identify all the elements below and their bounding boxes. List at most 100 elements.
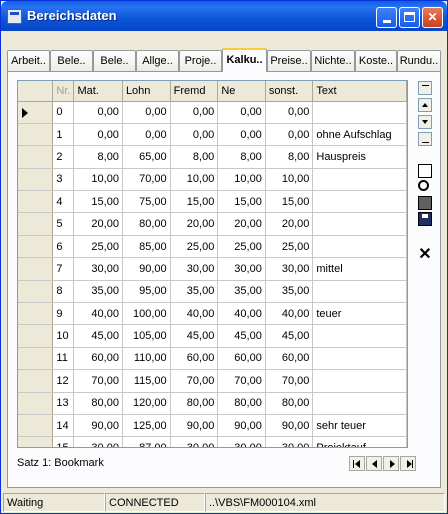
table-row[interactable]: 7 30,00 90,00 30,00 30,00 30,00 mittel (18, 257, 407, 281)
save-icon[interactable] (418, 212, 432, 226)
cell-ne[interactable]: 8,00 (217, 145, 266, 169)
table-row[interactable]: 9 40,00 100,00 40,00 40,00 40,00 teuer (18, 302, 407, 326)
maximize-button[interactable] (399, 7, 420, 28)
row-selector[interactable] (18, 392, 54, 415)
cell-lohn[interactable]: 100,00 (122, 302, 171, 326)
row-selector[interactable] (18, 436, 54, 447)
cell-nr[interactable]: 5 (52, 212, 75, 236)
cell-lohn[interactable]: 115,00 (122, 369, 171, 393)
table-row[interactable]: 12 70,00 115,00 70,00 70,00 70,00 (18, 369, 407, 393)
row-selector[interactable] (18, 123, 54, 147)
cell-nr[interactable]: 2 (52, 145, 75, 169)
cell-fremd[interactable]: 90,00 (170, 414, 219, 438)
nav-next-button[interactable] (383, 456, 399, 471)
cell-text[interactable] (312, 168, 407, 192)
tab-nichte[interactable]: Nichte.. (311, 50, 355, 71)
cell-sonst[interactable]: 10,00 (265, 168, 314, 192)
cell-mat[interactable]: 45,00 (73, 324, 123, 348)
cell-ne[interactable]: 0,00 (217, 123, 266, 147)
cell-sonst[interactable]: 80,00 (265, 392, 314, 415)
cell-lohn[interactable]: 0,00 (122, 123, 171, 147)
cell-sonst[interactable]: 25,00 (265, 235, 314, 259)
cell-nr[interactable]: 3 (52, 168, 75, 192)
cell-fremd[interactable]: 30,00 (170, 436, 219, 447)
table-row[interactable]: 2 8,00 65,00 8,00 8,00 8,00 Hauspreis (18, 145, 407, 169)
search-icon[interactable] (418, 180, 429, 191)
cell-mat[interactable]: 30,00 (73, 436, 123, 447)
cell-nr[interactable]: 14 (52, 414, 75, 438)
cell-ne[interactable]: 80,00 (217, 392, 266, 415)
cell-text[interactable]: sehr teuer (312, 414, 407, 438)
row-selector[interactable] (18, 414, 54, 438)
cell-mat[interactable]: 90,00 (73, 414, 123, 438)
table-row[interactable]: 0 0,00 0,00 0,00 0,00 0,00 (18, 101, 407, 124)
first-record-button[interactable] (418, 81, 432, 95)
cell-text[interactable] (312, 324, 407, 348)
cell-sonst[interactable]: 40,00 (265, 302, 314, 326)
cell-lohn[interactable]: 65,00 (122, 145, 171, 169)
cell-fremd[interactable]: 0,00 (170, 123, 219, 147)
cell-sonst[interactable]: 0,00 (265, 123, 314, 147)
row-selector[interactable] (18, 257, 54, 281)
cell-sonst[interactable]: 90,00 (265, 414, 314, 438)
cell-mat[interactable]: 40,00 (73, 302, 123, 326)
title-bar[interactable]: Bereichsdaten ✕ (1, 1, 447, 31)
cell-mat[interactable]: 15,00 (73, 190, 123, 214)
cell-lohn[interactable]: 80,00 (122, 212, 171, 236)
cell-nr[interactable]: 6 (52, 235, 75, 259)
nav-last-button[interactable] (400, 456, 416, 471)
cell-ne[interactable]: 10,00 (217, 168, 266, 192)
cell-text[interactable] (312, 369, 407, 393)
cell-lohn[interactable]: 110,00 (122, 347, 171, 371)
cell-sonst[interactable]: 20,00 (265, 212, 314, 236)
cell-fremd[interactable]: 20,00 (170, 212, 219, 236)
cell-nr[interactable]: 11 (52, 347, 75, 371)
cell-sonst[interactable]: 15,00 (265, 190, 314, 214)
cell-fremd[interactable]: 25,00 (170, 235, 219, 259)
cell-lohn[interactable]: 95,00 (122, 280, 171, 304)
tab-arbeit[interactable]: Arbeit.. (7, 50, 50, 71)
cell-mat[interactable]: 20,00 (73, 212, 123, 236)
col-header-sonst[interactable]: sonst. (265, 81, 314, 102)
table-row[interactable]: 8 35,00 95,00 35,00 35,00 35,00 (18, 280, 407, 304)
cell-ne[interactable]: 45,00 (217, 324, 266, 348)
cell-ne[interactable]: 35,00 (217, 280, 266, 304)
cell-sonst[interactable]: 0,00 (265, 101, 314, 124)
cell-sonst[interactable]: 30,00 (265, 436, 314, 447)
cell-fremd[interactable]: 30,00 (170, 257, 219, 281)
previous-record-button[interactable] (418, 98, 432, 112)
cell-lohn[interactable]: 70,00 (122, 168, 171, 192)
cell-lohn[interactable]: 125,00 (122, 414, 171, 438)
last-record-button[interactable] (418, 132, 432, 146)
row-selector[interactable] (18, 302, 54, 326)
cell-fremd[interactable]: 35,00 (170, 280, 219, 304)
cell-ne[interactable]: 25,00 (217, 235, 266, 259)
new-icon[interactable] (418, 164, 432, 178)
cell-sonst[interactable]: 45,00 (265, 324, 314, 348)
row-selector[interactable] (18, 168, 54, 192)
col-header-lohn[interactable]: Lohn (122, 81, 171, 102)
col-header-fremd[interactable]: Fremd (170, 81, 219, 102)
cell-sonst[interactable]: 30,00 (265, 257, 314, 281)
row-selector[interactable] (18, 347, 54, 371)
tab-bele-1[interactable]: Bele.. (50, 50, 93, 71)
cell-sonst[interactable]: 70,00 (265, 369, 314, 393)
cell-text[interactable] (312, 347, 407, 371)
cell-nr[interactable]: 10 (52, 324, 75, 348)
cell-sonst[interactable]: 60,00 (265, 347, 314, 371)
cell-mat[interactable]: 0,00 (73, 101, 123, 124)
cell-lohn[interactable]: 0,00 (122, 101, 171, 124)
cell-text[interactable]: Hauspreis (312, 145, 407, 169)
cell-fremd[interactable]: 80,00 (170, 392, 219, 415)
cell-fremd[interactable]: 10,00 (170, 168, 219, 192)
cell-mat[interactable]: 80,00 (73, 392, 123, 415)
tab-preise[interactable]: Preise.. (267, 50, 311, 71)
cell-mat[interactable]: 0,00 (73, 123, 123, 147)
cell-nr[interactable]: 15 (52, 436, 75, 447)
cell-mat[interactable]: 30,00 (73, 257, 123, 281)
cell-mat[interactable]: 10,00 (73, 168, 123, 192)
table-row[interactable]: 1 0,00 0,00 0,00 0,00 0,00 ohne Aufschlag (18, 123, 407, 147)
cell-text[interactable]: teuer (312, 302, 407, 326)
cell-fremd[interactable]: 15,00 (170, 190, 219, 214)
cell-ne[interactable]: 15,00 (217, 190, 266, 214)
